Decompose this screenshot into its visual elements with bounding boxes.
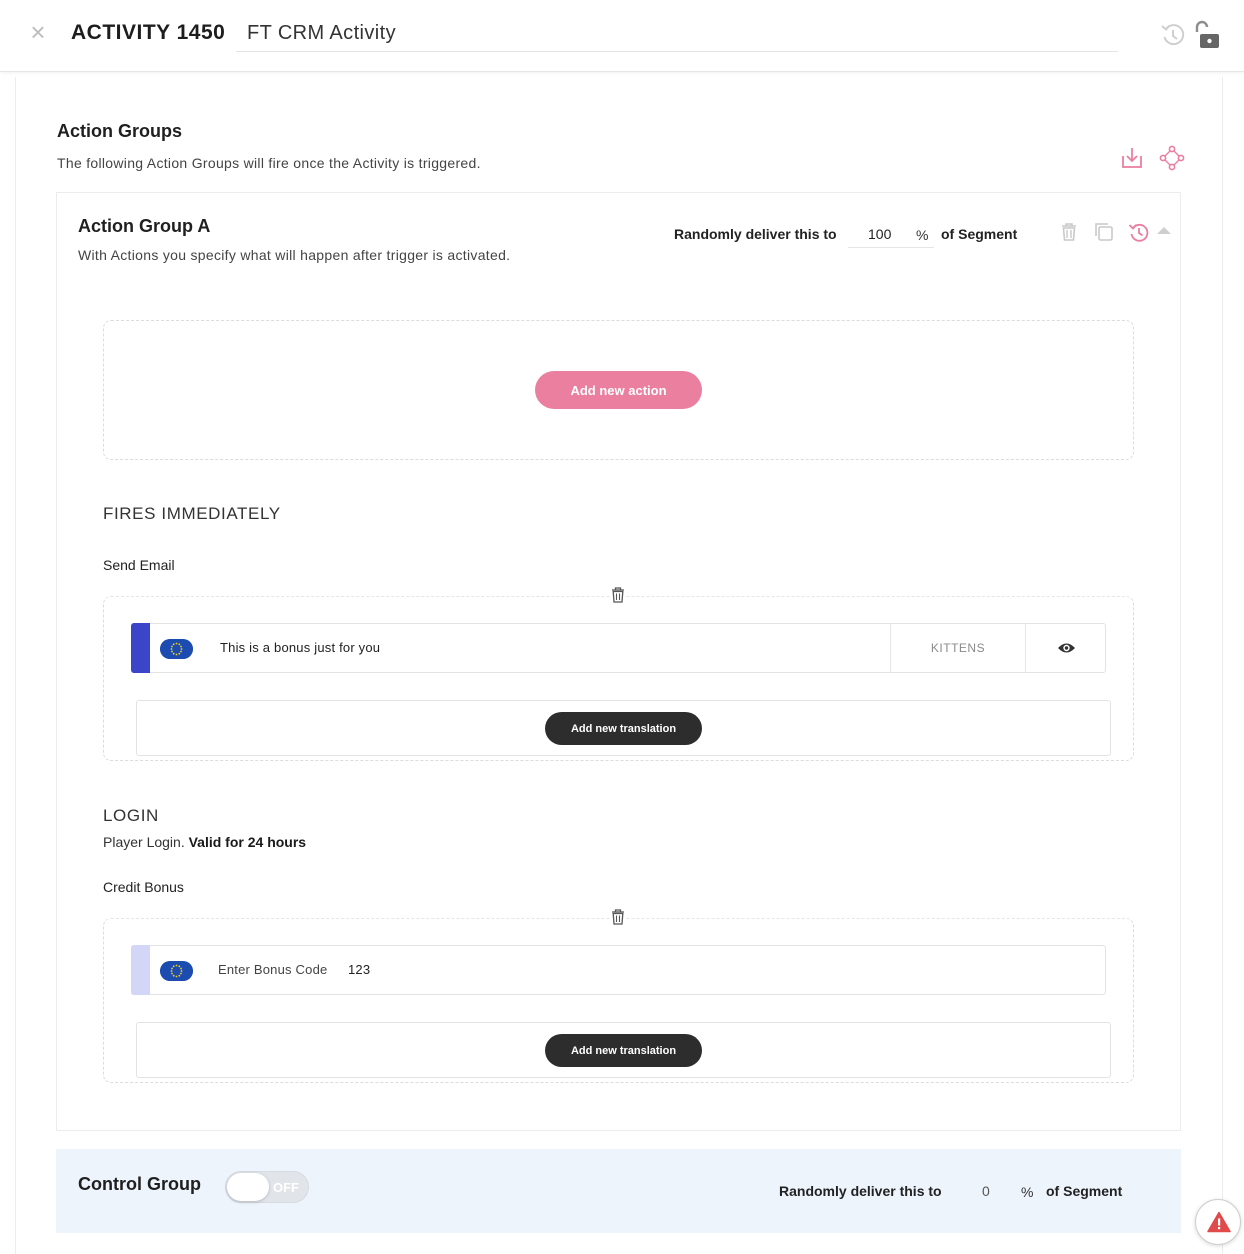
trash-icon[interactable] [610, 586, 626, 604]
copy-icon[interactable] [1092, 220, 1116, 244]
percent-sign: % [916, 227, 929, 243]
add-new-translation-button[interactable]: Add new translation [545, 1034, 702, 1067]
history-icon[interactable] [1159, 20, 1187, 50]
history-icon[interactable] [1127, 220, 1151, 244]
add-new-translation-button[interactable]: Add new translation [545, 712, 702, 745]
top-header: × ACTIVITY 1450 [0, 0, 1244, 72]
deliver-label: Randomly deliver this to [674, 226, 837, 242]
warning-icon [1207, 1211, 1231, 1233]
email-subject: This is a bonus just for you [220, 640, 381, 655]
login-heading: LOGIN [103, 806, 159, 825]
flow-diagram-icon[interactable] [1159, 145, 1185, 171]
activity-name-input[interactable] [236, 16, 1118, 52]
close-icon[interactable]: × [26, 19, 50, 45]
eu-flag-icon [160, 961, 193, 981]
bonus-code-label: Enter Bonus Code [218, 962, 328, 977]
download-icon[interactable] [1119, 145, 1145, 171]
credit-bonus-label: Credit Bonus [103, 879, 184, 895]
bonus-code-value[interactable]: 123 [348, 962, 370, 977]
email-translation-row[interactable]: This is a bonus just for you KITTENS [131, 623, 1106, 673]
add-new-action-button[interactable]: Add new action [535, 371, 702, 409]
action-groups-title: Action Groups [57, 121, 182, 141]
language-accent-bar [131, 623, 150, 673]
send-email-label: Send Email [103, 557, 175, 573]
toggle-label: OFF [273, 1180, 299, 1195]
action-group-description: With Actions you specify what will happe… [78, 247, 511, 263]
login-validity: Valid for 24 hours [188, 834, 307, 850]
control-group-toggle[interactable]: OFF [225, 1171, 309, 1203]
login-desc-prefix: Player Login. [103, 834, 185, 850]
eye-icon[interactable] [1057, 640, 1076, 656]
warning-button[interactable] [1195, 1199, 1241, 1245]
control-deliver-percent[interactable]: 0 [982, 1183, 990, 1199]
action-groups-description: The following Action Groups will fire on… [57, 155, 481, 171]
trash-icon[interactable] [610, 908, 626, 926]
language-accent-bar [131, 945, 150, 995]
action-group-title: Action Group A [78, 216, 211, 236]
chevron-up-icon[interactable] [1154, 222, 1174, 240]
control-segment-label: of Segment [1046, 1183, 1123, 1199]
segment-label: of Segment [941, 226, 1018, 242]
template-tag: KITTENS [890, 624, 1025, 672]
fires-immediately-heading: FIRES IMMEDIATELY [103, 504, 281, 523]
trash-icon[interactable] [1057, 220, 1081, 244]
percent-sign: % [1021, 1184, 1034, 1200]
toggle-knob [227, 1173, 269, 1201]
control-group-title: Control Group [78, 1174, 201, 1194]
bonus-translation-row[interactable]: Enter Bonus Code 123 [131, 945, 1106, 995]
activity-id: ACTIVITY 1450 [71, 21, 226, 44]
preview-cell [1025, 624, 1106, 672]
login-description: Player Login. Valid for 24 hours [103, 834, 306, 850]
unlock-icon[interactable] [1192, 20, 1220, 50]
control-deliver-label: Randomly deliver this to [779, 1183, 942, 1199]
eu-flag-icon [160, 639, 193, 659]
